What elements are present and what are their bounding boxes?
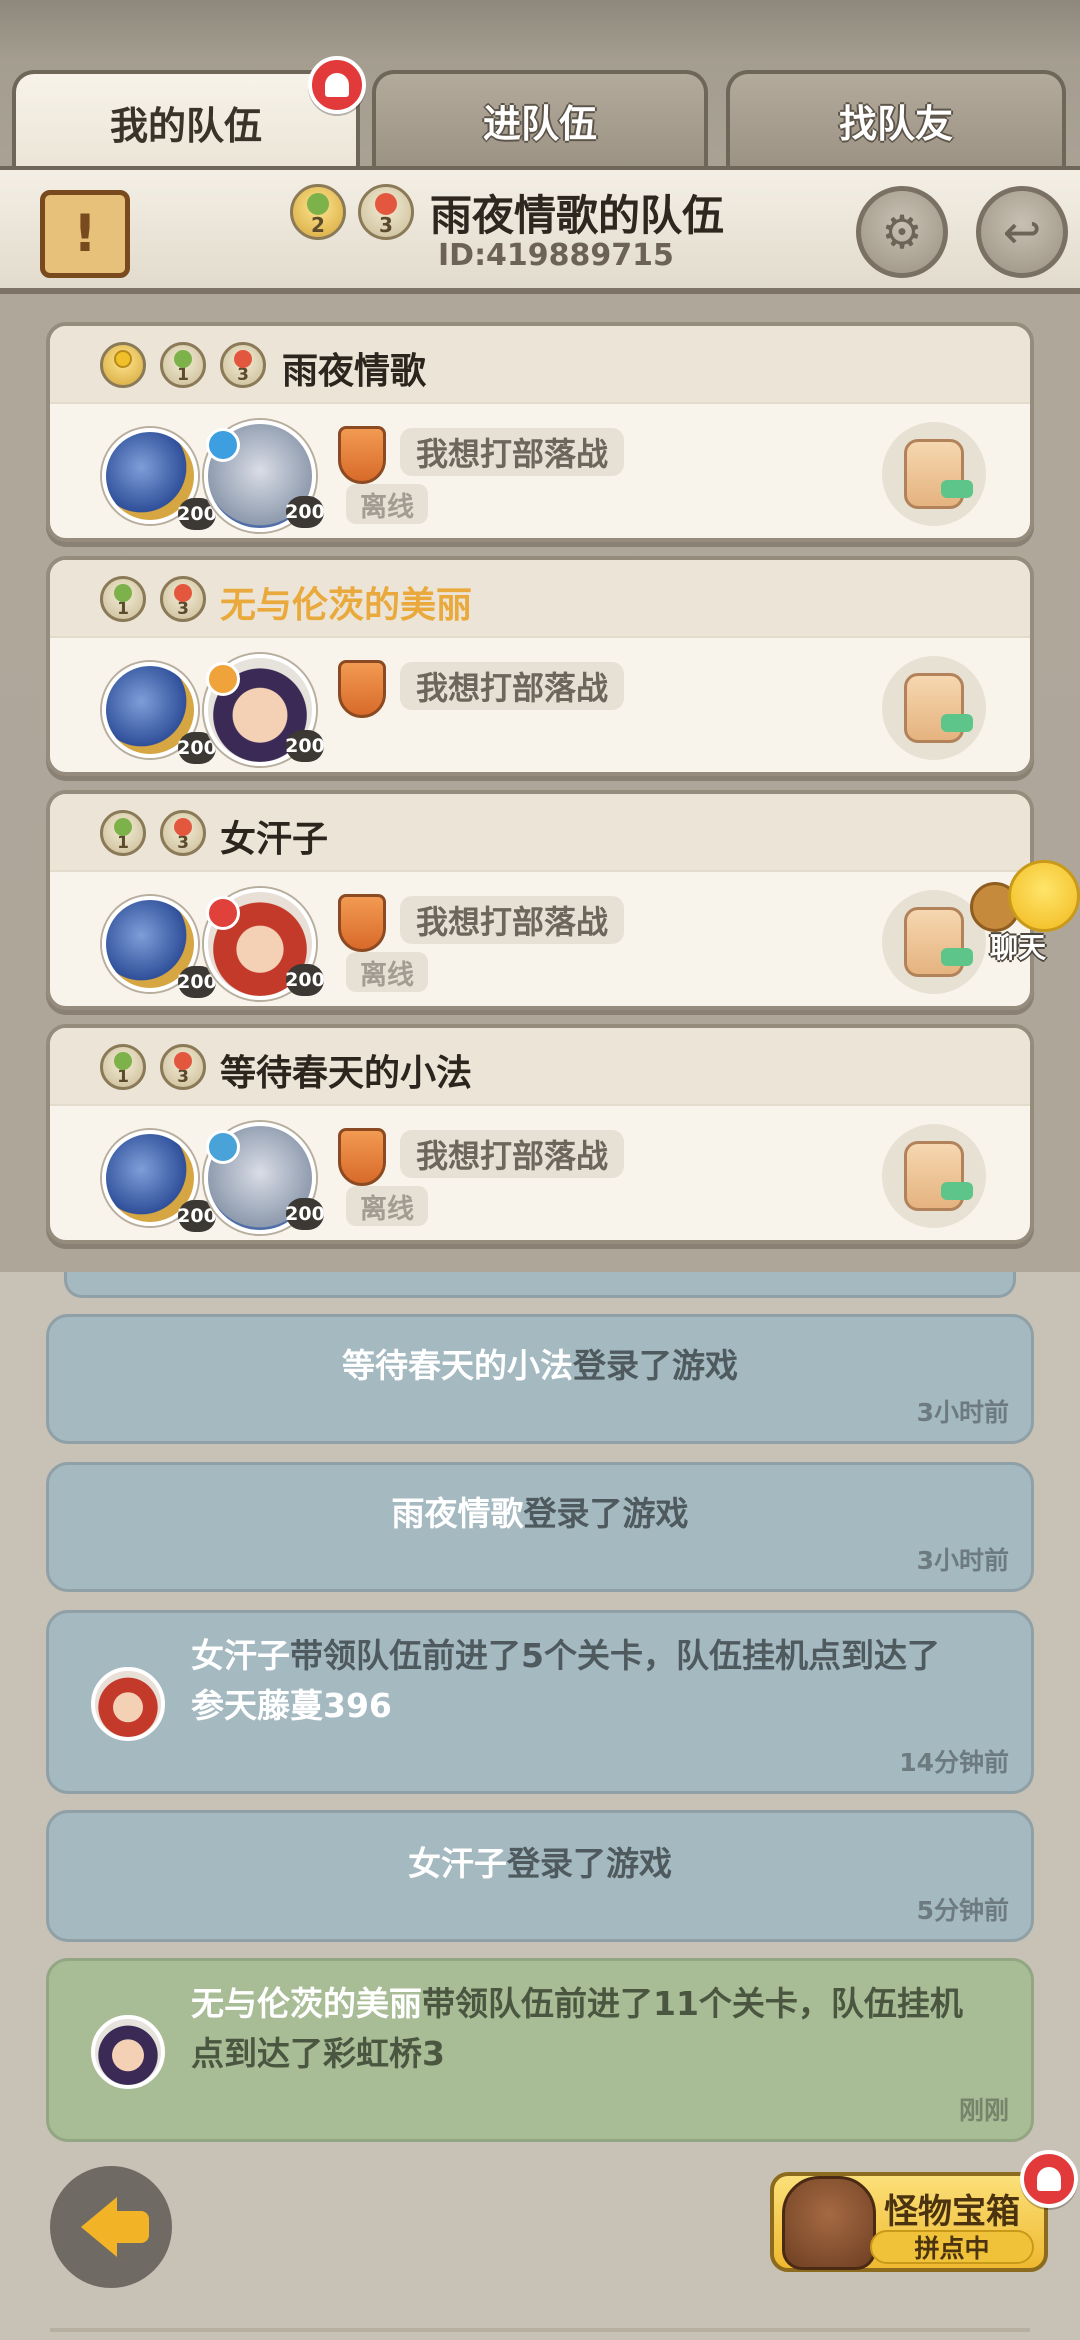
log-avatar <box>91 2015 165 2089</box>
log-message: 登录了游戏 <box>573 1346 738 1385</box>
member-name: 等待春天的小法 <box>220 1053 473 1094</box>
treasure-title: 怪物宝箱 <box>884 2192 1020 2232</box>
member-intent: 我想打部落战 <box>400 896 625 944</box>
water-element-icon <box>206 428 240 462</box>
notice-scroll-icon[interactable]: ! <box>40 190 130 278</box>
level-badge-icon: 3 <box>160 1044 206 1090</box>
log-item: 雨夜情歌登录了游戏 3小时前 <box>46 1462 1034 1592</box>
log-item: 女汗子登录了游戏 5分钟前 <box>46 1810 1034 1942</box>
log-time: 3小时前 <box>916 1398 1009 1427</box>
wind-element-icon <box>206 1130 240 1164</box>
tab-label: 我的队伍 <box>109 103 262 148</box>
member-name: 无与伦茨的美丽 <box>220 585 473 626</box>
member-level: 200 <box>285 496 325 528</box>
log-message: 带领队伍前进了5个关卡，队伍挂机点到达了 <box>290 1636 940 1675</box>
member-card: 1 3 女汗子 200 200 我想打部落战 离线 <box>46 790 1034 1010</box>
online-status: 离线 <box>346 484 428 524</box>
log-item: 等待春天的小法登录了游戏 3小时前 <box>46 1314 1034 1444</box>
rank-badge-icon: 1 <box>100 576 146 622</box>
tab-label: 找队友 <box>838 101 953 146</box>
online-status: 离线 <box>346 1186 428 1226</box>
rank-badge-icon: 1 <box>100 810 146 856</box>
tribe-war-shield-icon <box>338 1128 386 1186</box>
level-badge-icon: 3 <box>358 184 414 240</box>
log-location: 参天藤蔓396 <box>191 1686 392 1725</box>
swap-hand-icon[interactable] <box>882 422 986 526</box>
settings-gear-icon[interactable]: ⚙ <box>856 186 948 278</box>
exit-team-icon[interactable]: ↩ <box>976 186 1068 278</box>
chat-label: 聊天 <box>990 931 1047 964</box>
team-id: ID:419889715 <box>438 238 674 273</box>
level-badge-icon: 3 <box>160 810 206 856</box>
rank-badge-icon: 2 <box>290 184 346 240</box>
member-level: 200 <box>285 1198 325 1230</box>
monster-treasure-button[interactable]: 怪物宝箱 拼点中 <box>770 2172 1048 2272</box>
log-location: 点到达了彩虹桥3 <box>191 2034 445 2073</box>
log-avatar <box>91 1667 165 1741</box>
log-player-name: 无与伦茨的美丽 <box>191 1984 422 2023</box>
treasure-status: 拼点中 <box>870 2230 1034 2264</box>
log-time: 刚刚 <box>958 2096 1009 2125</box>
member-level: 200 <box>285 964 325 996</box>
tab-find-teammates[interactable]: 找队友 <box>726 70 1066 166</box>
member-card: 1 3 雨夜情歌 200 200 我想打部落战 离线 <box>46 322 1034 542</box>
log-time: 14分钟前 <box>899 1748 1009 1777</box>
notification-bell-icon <box>1020 2150 1078 2208</box>
log-player-name: 等待春天的小法 <box>342 1346 573 1385</box>
notification-bell-icon <box>308 56 366 114</box>
log-message: 登录了游戏 <box>507 1844 672 1883</box>
log-message: 登录了游戏 <box>523 1494 689 1533</box>
leader-badge-icon <box>100 342 146 388</box>
log-player-name: 雨夜情歌 <box>391 1494 524 1533</box>
log-item-partial <box>64 1272 1016 1298</box>
chat-button[interactable]: 聊天 <box>970 860 1080 970</box>
level-badge-icon: 3 <box>160 576 206 622</box>
fire-element-icon <box>206 896 240 930</box>
card-hand-icon[interactable] <box>882 656 986 760</box>
tribe-war-shield-icon <box>338 894 386 952</box>
tribe-war-shield-icon <box>338 660 386 718</box>
member-intent: 我想打部落战 <box>400 428 625 476</box>
rank-badge-icon: 1 <box>160 342 206 388</box>
tab-join-team[interactable]: 进队伍 <box>372 70 708 166</box>
fire-element-icon <box>206 662 240 696</box>
level-badge-icon: 3 <box>220 342 266 388</box>
log-time: 5分钟前 <box>916 1896 1009 1925</box>
log-time: 3小时前 <box>916 1546 1009 1575</box>
member-card: 1 3 等待春天的小法 200 200 我想打部落战 离线 <box>46 1024 1034 1244</box>
member-name: 女汗子 <box>220 819 329 860</box>
rank-badge-icon: 1 <box>100 1044 146 1090</box>
team-title: 雨夜情歌的队伍 <box>430 191 725 240</box>
online-status: 离线 <box>346 952 428 992</box>
log-message: 带领队伍前进了11个关卡，队伍挂机 <box>422 1984 963 2023</box>
log-player-name: 女汗子 <box>408 1844 507 1883</box>
tab-label: 进队伍 <box>482 101 597 146</box>
team-header: ! 2 3 雨夜情歌的队伍 ID:419889715 ⚙ ↩ <box>0 166 1080 294</box>
member-level: 200 <box>285 730 325 762</box>
back-arrow-icon[interactable] <box>50 2166 172 2288</box>
divider <box>50 2328 1030 2332</box>
member-intent: 我想打部落战 <box>400 662 625 710</box>
log-item: 女汗子带领队伍前进了5个关卡，队伍挂机点到达了 参天藤蔓396 14分钟前 <box>46 1610 1034 1794</box>
tribe-war-shield-icon <box>338 426 386 484</box>
member-card: 1 3 无与伦茨的美丽 200 200 我想打部落战 <box>46 556 1034 776</box>
swap-hand-icon[interactable] <box>882 1124 986 1228</box>
member-name: 雨夜情歌 <box>282 351 427 392</box>
member-intent: 我想打部落战 <box>400 1130 625 1178</box>
log-player-name: 女汗子 <box>191 1636 290 1675</box>
log-item: 无与伦茨的美丽带领队伍前进了11个关卡，队伍挂机 点到达了彩虹桥3 刚刚 <box>46 1958 1034 2142</box>
chat-emoji-icon <box>1008 860 1080 932</box>
boar-monster-icon <box>782 2176 876 2270</box>
